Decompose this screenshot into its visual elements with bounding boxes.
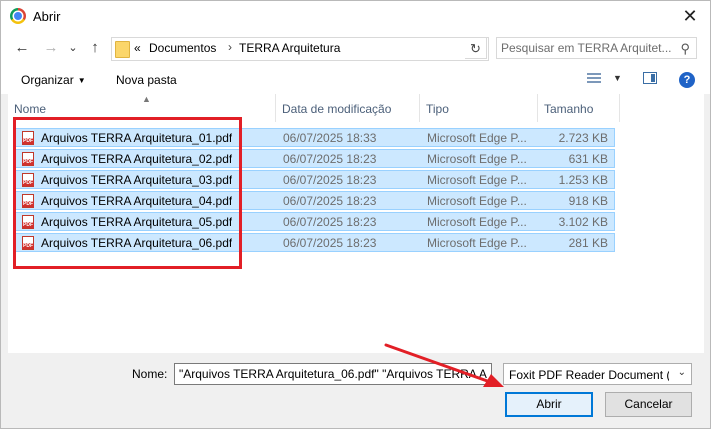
file-row[interactable]: Arquivos TERRA Arquitetura_02.pdf 06/07/… (15, 149, 615, 168)
organize-label: Organizar (21, 73, 74, 87)
column-header-name[interactable]: ▲ Nome (8, 94, 276, 122)
help-icon[interactable]: ? (679, 72, 695, 88)
pdf-file-icon (22, 215, 34, 229)
file-name: Arquivos TERRA Arquitetura_03.pdf (41, 173, 233, 187)
pdf-file-icon (22, 194, 34, 208)
caret-down-icon: ▼ (77, 76, 86, 85)
file-type-filter-value: Foxit PDF Reader Document (*. (509, 368, 669, 382)
pdf-file-icon (22, 152, 34, 166)
file-size: 281 KB (568, 236, 608, 250)
file-row[interactable]: Arquivos TERRA Arquitetura_05.pdf 06/07/… (15, 212, 615, 231)
up-button[interactable]: ↑ (85, 38, 105, 58)
column-header-date[interactable]: Data de modificação (276, 94, 420, 122)
file-name-field[interactable] (174, 363, 492, 385)
file-size: 3.102 KB (558, 215, 608, 229)
file-name: Arquivos TERRA Arquitetura_01.pdf (41, 131, 233, 145)
file-row[interactable]: Arquivos TERRA Arquitetura_06.pdf 06/07/… (15, 233, 615, 252)
pdf-file-icon (22, 173, 34, 187)
file-size: 1.253 KB (558, 173, 608, 187)
file-type: Microsoft Edge P... (427, 152, 527, 166)
close-button[interactable]: ✕ (670, 1, 710, 32)
breadcrumb-overflow[interactable]: « (134, 41, 141, 55)
back-button[interactable]: ← (12, 38, 32, 58)
file-type: Microsoft Edge P... (427, 215, 527, 229)
forward-button[interactable]: → (41, 38, 61, 58)
column-header-size[interactable]: Tamanho (538, 94, 620, 122)
refresh-button[interactable]: ↻ (465, 37, 487, 59)
navigation-bar: ← → ⌄ ↑ « Documentos › TERRA Arquitetura… (1, 32, 710, 64)
file-date: 06/07/2025 18:23 (283, 173, 377, 187)
folder-icon (115, 41, 130, 58)
file-list[interactable]: ▲ Nome Data de modificação Tipo Tamanho … (8, 94, 704, 353)
file-type: Microsoft Edge P... (427, 236, 527, 250)
open-button[interactable]: Abrir (505, 392, 593, 417)
breadcrumb-separator[interactable]: › (228, 40, 232, 54)
search-icon[interactable]: ⚲ (680, 41, 690, 57)
organize-menu[interactable]: Organizar ▼ (21, 73, 86, 87)
column-name-label: Nome (14, 102, 47, 116)
file-date: 06/07/2025 18:33 (283, 131, 377, 145)
file-name: Arquivos TERRA Arquitetura_04.pdf (41, 194, 233, 208)
sort-ascending-icon: ▲ (142, 94, 151, 104)
file-size: 631 KB (568, 152, 608, 166)
pdf-file-icon (22, 131, 34, 145)
chrome-icon (10, 8, 26, 24)
view-options-icon[interactable] (587, 73, 601, 85)
view-caret-icon[interactable]: ▼ (613, 73, 622, 83)
file-date: 06/07/2025 18:23 (283, 236, 377, 250)
file-name: Arquivos TERRA Arquitetura_05.pdf (41, 215, 233, 229)
file-row[interactable]: Arquivos TERRA Arquitetura_01.pdf 06/07/… (15, 128, 615, 147)
file-size: 918 KB (568, 194, 608, 208)
column-header-type[interactable]: Tipo (420, 94, 538, 122)
open-file-dialog: Abrir ✕ ← → ⌄ ↑ « Documentos › TERRA Arq… (0, 0, 711, 429)
address-bar[interactable]: « Documentos › TERRA Arquitetura (111, 37, 489, 61)
file-type: Microsoft Edge P... (427, 173, 527, 187)
file-name: Arquivos TERRA Arquitetura_02.pdf (41, 152, 233, 166)
file-size: 2.723 KB (558, 131, 608, 145)
breadcrumb-terra-arquitetura[interactable]: TERRA Arquitetura (239, 41, 340, 55)
window-title: Abrir (33, 9, 61, 24)
recent-locations-button[interactable]: ⌄ (63, 38, 83, 58)
file-name: Arquivos TERRA Arquitetura_06.pdf (41, 236, 233, 250)
cancel-button[interactable]: Cancelar (605, 392, 692, 417)
pdf-file-icon (22, 236, 34, 250)
preview-pane-icon[interactable] (643, 72, 657, 84)
title-bar: Abrir ✕ (1, 1, 710, 32)
search-input[interactable] (501, 40, 671, 56)
file-row[interactable]: Arquivos TERRA Arquitetura_04.pdf 06/07/… (15, 191, 615, 210)
file-date: 06/07/2025 18:23 (283, 152, 377, 166)
file-date: 06/07/2025 18:23 (283, 194, 377, 208)
chevron-down-icon: ⌄ (677, 367, 686, 378)
search-box[interactable]: ⚲ (496, 37, 697, 59)
file-name-label: Nome: (132, 367, 168, 381)
file-type-filter[interactable]: Foxit PDF Reader Document (*. ⌄ (503, 363, 692, 385)
file-date: 06/07/2025 18:23 (283, 215, 377, 229)
file-type: Microsoft Edge P... (427, 194, 527, 208)
breadcrumb-documentos[interactable]: Documentos (149, 41, 216, 55)
command-bar: Organizar ▼ Nova pasta ▼ ? (1, 64, 710, 94)
file-row[interactable]: Arquivos TERRA Arquitetura_03.pdf 06/07/… (15, 170, 615, 189)
file-type: Microsoft Edge P... (427, 131, 527, 145)
